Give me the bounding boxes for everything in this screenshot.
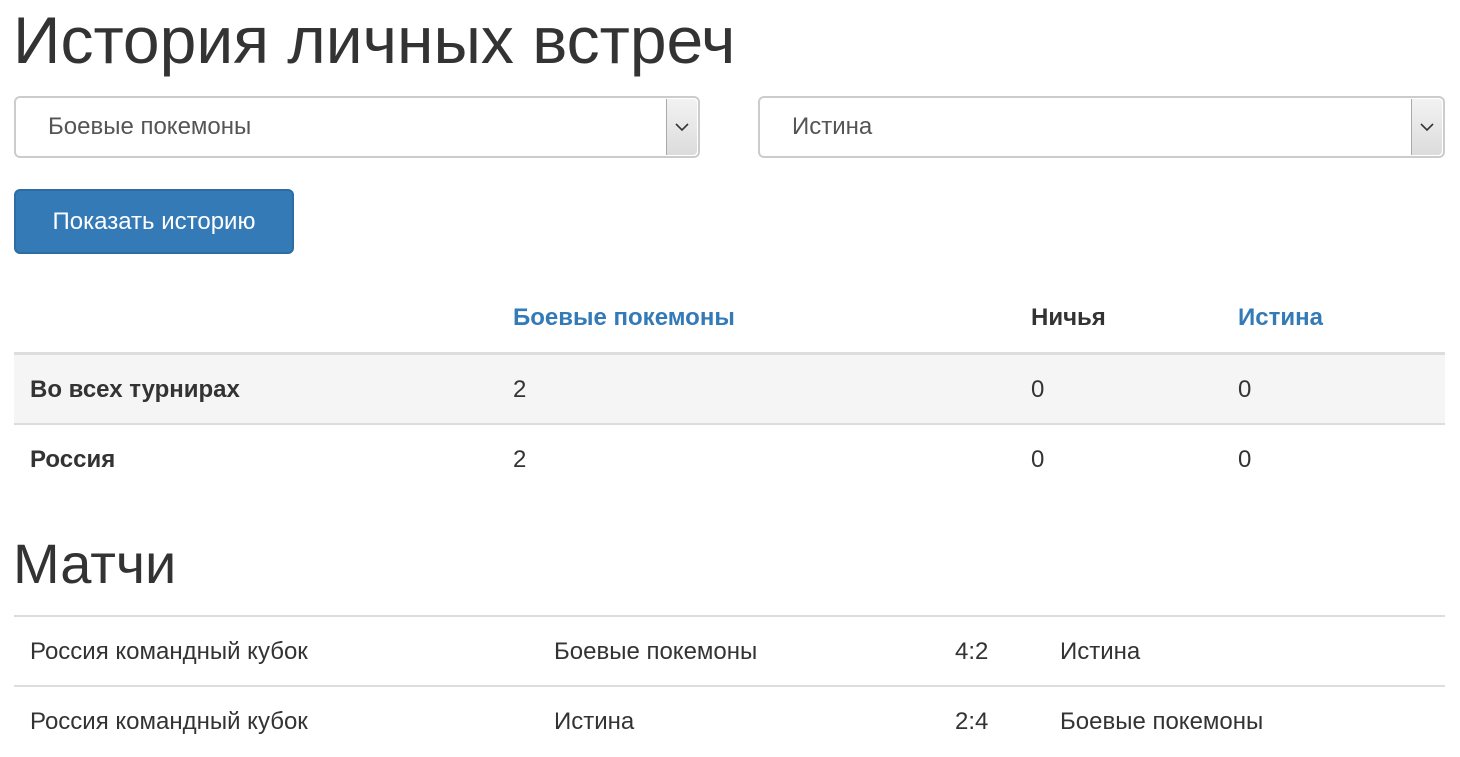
right-wins: 0 (1238, 376, 1252, 403)
head-to-head-table: Боевые покемоны Ничья Истина Во всех тур… (14, 282, 1445, 495)
table-row: Россия командный кубок Истина 2:4 Боевые… (14, 687, 1445, 757)
table-row: Во всех турнирах 2 0 0 (14, 355, 1445, 425)
left-wins: 2 (513, 446, 527, 473)
draws: 0 (1031, 446, 1045, 473)
match-home-team: Боевые покемоны (554, 638, 758, 665)
match-away-team: Истина (1060, 638, 1141, 665)
header-draw: Ничья (1031, 304, 1106, 331)
row-label: Россия (30, 446, 116, 473)
matches-table: Россия командный кубок Боевые покемоны 4… (14, 615, 1445, 757)
chevron-down-icon[interactable] (666, 99, 697, 155)
show-history-button[interactable]: Показать историю (14, 189, 294, 254)
header-team-right-link[interactable]: Истина (1238, 300, 1323, 336)
table-header: Боевые покемоны Ничья Истина (14, 282, 1445, 355)
chevron-down-icon[interactable] (1411, 99, 1442, 155)
row-label: Во всех турнирах (30, 376, 240, 403)
match-home-team: Истина (554, 708, 635, 735)
match-score: 4:2 (955, 638, 989, 665)
team-right-select-value: Истина (792, 113, 873, 140)
matches-title: Матчи (13, 532, 177, 595)
table-row: Россия командный кубок Боевые покемоны 4… (14, 617, 1445, 687)
left-wins: 2 (513, 376, 527, 403)
right-wins: 0 (1238, 446, 1252, 473)
team-left-select[interactable]: Боевые покемоны (14, 96, 700, 158)
team-left-select-value: Боевые покемоны (48, 113, 252, 140)
team-right-select[interactable]: Истина (758, 96, 1445, 158)
match-tournament: Россия командный кубок (30, 708, 308, 735)
page-title: История личных встреч (13, 3, 736, 77)
draws: 0 (1031, 376, 1045, 403)
table-row: Россия 2 0 0 (14, 425, 1445, 495)
header-team-left-link[interactable]: Боевые покемоны (513, 300, 735, 336)
match-score: 2:4 (955, 708, 989, 735)
match-tournament: Россия командный кубок (30, 638, 308, 665)
match-away-team: Боевые покемоны (1060, 708, 1264, 735)
